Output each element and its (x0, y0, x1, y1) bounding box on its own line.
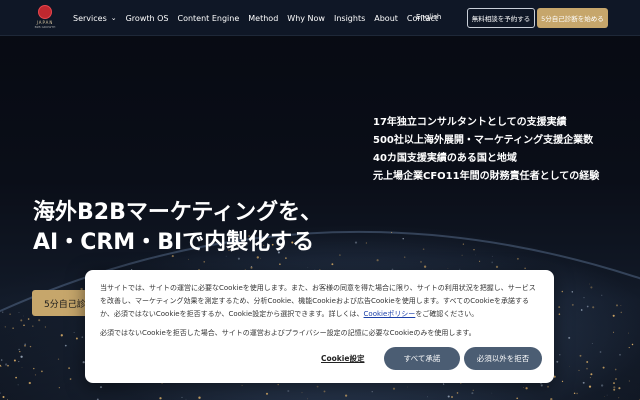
top-navigation: JAPAN B2B GROWTH Services ⌄ Growth OS Co… (0, 0, 640, 36)
achievement-item: 500社以上海外展開・マーケティング支援企業数 (373, 135, 594, 146)
nav-item-insights[interactable]: Insights (334, 14, 365, 23)
start-diagnosis-button[interactable]: 5分自己診断を始める (537, 8, 608, 28)
headline-line-1: 海外B2Bマーケティングを、 (33, 200, 323, 225)
cookie-policy-link[interactable]: Cookieポリシー (364, 310, 416, 318)
achievements-list: 17年独立コンサルタントとしての支援実績 500社以上海外展開・マーケティング支… (373, 114, 599, 186)
cookie-text-part2: をご確認ください。 (415, 310, 479, 318)
nav-item-growth-os[interactable]: Growth OS (126, 14, 169, 23)
nav-item-why-now[interactable]: Why Now (287, 14, 325, 23)
nav-item-about[interactable]: About (374, 14, 398, 23)
achievement-item: 元上場企業CFO11年間の財務責任者としての経験 (373, 171, 600, 182)
achievement-item: 17年独立コンサルタントとしての支援実績 (373, 117, 567, 128)
logo-subtext: B2B GROWTH (34, 25, 56, 29)
cookie-settings-link[interactable]: Cookie設定 (321, 353, 364, 364)
accept-all-button[interactable]: すべて承諾 (384, 347, 460, 370)
main-menu: Services ⌄ Growth OS Content Engine Meth… (73, 0, 447, 36)
chevron-down-icon: ⌄ (110, 14, 117, 22)
nav-item-label: Services (73, 13, 107, 23)
cookie-consent-banner: 当サイトでは、サイトの運営に必要なCookieを使用します。また、お客様の同意を… (85, 270, 554, 383)
nav-item-content-engine[interactable]: Content Engine (177, 14, 239, 23)
nav-item-services[interactable]: Services ⌄ (73, 14, 117, 23)
logo-emblem-icon (38, 5, 52, 19)
cookie-description: 当サイトでは、サイトの運営に必要なCookieを使用します。また、お客様の同意を… (100, 282, 540, 321)
language-switch[interactable]: English (416, 13, 441, 21)
site-logo[interactable]: JAPAN B2B GROWTH (32, 5, 58, 31)
reject-optional-button[interactable]: 必須以外を拒否 (464, 347, 542, 370)
hero-headline: 海外B2Bマーケティングを、 AI・CRM・BIで内製化する (33, 198, 322, 258)
book-consultation-button[interactable]: 無料相談を予約する (467, 8, 535, 28)
achievement-item: 40カ国支援実績のある国と地域 (373, 153, 517, 164)
headline-line-2: AI・CRM・BIで内製化する (33, 230, 315, 255)
cookie-reject-note: 必須ではないCookieを拒否した場合、サイトの運営およびプライバシー設定の記憶… (100, 329, 476, 337)
nav-item-method[interactable]: Method (248, 14, 278, 23)
